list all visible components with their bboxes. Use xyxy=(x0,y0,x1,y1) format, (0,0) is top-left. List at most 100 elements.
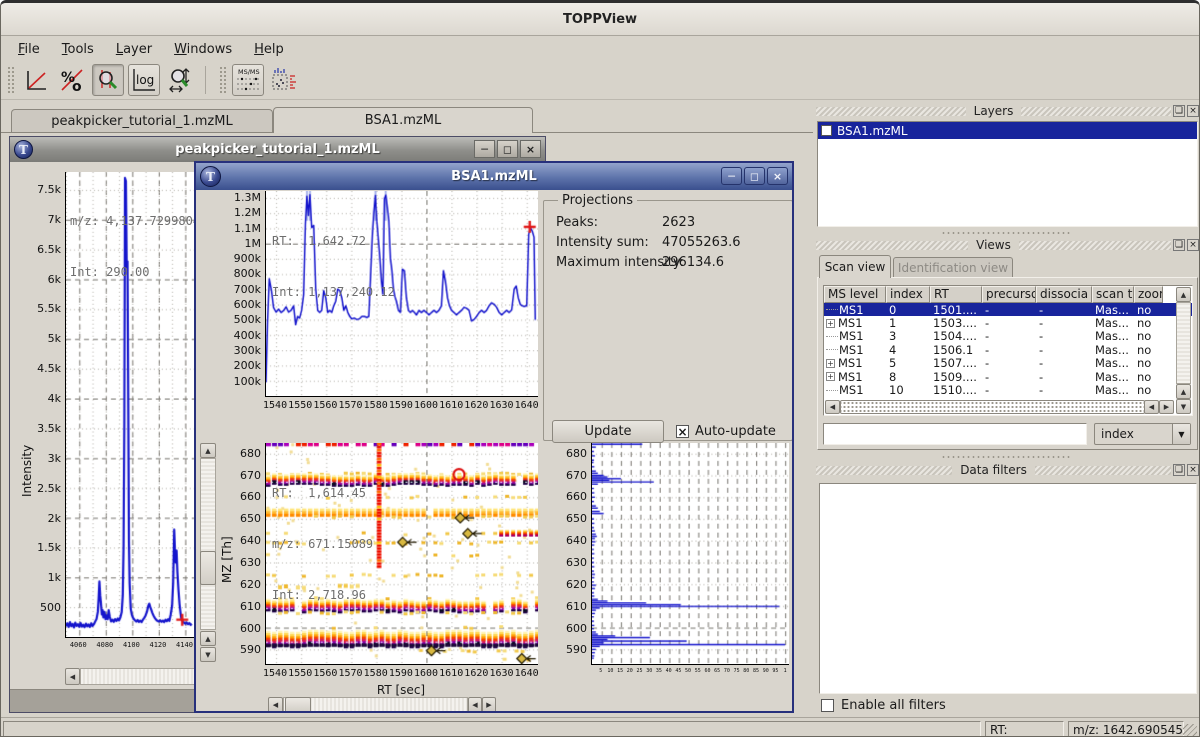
tab-scan-view[interactable]: Scan view xyxy=(819,255,891,278)
data-filters-dock-titlebar[interactable]: Data filters ❏ × xyxy=(816,463,1199,477)
dock-hatch xyxy=(816,466,952,475)
toolbar-drag-handle[interactable] xyxy=(7,66,15,94)
update-button[interactable]: Update xyxy=(552,420,664,443)
dock-hatch xyxy=(816,107,966,116)
scan-filter-input[interactable] xyxy=(823,423,1087,445)
projections-view-icon[interactable] xyxy=(268,64,300,96)
dock-splitter-handle[interactable] xyxy=(941,231,1071,235)
table-scroll-left-button-2[interactable]: ◀ xyxy=(1144,400,1159,414)
mz-scroll-up-button[interactable]: ▲ xyxy=(200,443,216,458)
tree-expander-icon[interactable]: + xyxy=(826,359,835,368)
data-filters-list[interactable] xyxy=(819,483,1197,694)
index-cell: 8 xyxy=(886,370,930,383)
close-dock-icon[interactable]: × xyxy=(1187,105,1199,117)
log-mode-icon[interactable]: log xyxy=(128,64,160,96)
rt-cell: 1504.... xyxy=(930,330,982,343)
tab-bsa1[interactable]: BSA1.mzML xyxy=(273,107,533,133)
close-dock-icon[interactable]: × xyxy=(1187,239,1199,251)
zoom-cell: no xyxy=(1134,343,1163,356)
column-header-6[interactable]: zoom xyxy=(1134,286,1163,303)
menu-layer[interactable]: Layer xyxy=(105,39,163,60)
peakpicker-titlebar[interactable]: T peakpicker_tutorial_1.mzML ─ ◻ × xyxy=(10,137,545,162)
toolbar-drag-handle-2[interactable] xyxy=(219,66,227,94)
tree-expander-icon[interactable]: + xyxy=(826,372,835,381)
table-scroll-up-button[interactable]: ▲ xyxy=(1176,287,1191,302)
diss-cell: - xyxy=(1036,330,1092,343)
linear-axes-icon[interactable] xyxy=(20,64,52,96)
column-header-4[interactable]: dissocia xyxy=(1036,286,1092,303)
projections-row: Peaks: 2623 xyxy=(554,212,782,232)
maximize-button[interactable]: ◻ xyxy=(497,140,518,158)
msms-view-icon[interactable]: MS/MS xyxy=(232,64,264,96)
layer-visibility-checkbox[interactable]: × xyxy=(821,125,832,136)
table-scroll-up-button-2[interactable]: ▲ xyxy=(1176,384,1191,399)
minimize-button[interactable]: ─ xyxy=(721,167,742,185)
app-title: TOPPView xyxy=(563,12,637,27)
menu-tools[interactable]: Tools xyxy=(51,39,105,60)
menu-file[interactable]: File xyxy=(7,39,51,60)
menu-help[interactable]: Help xyxy=(243,39,295,60)
maximize-button[interactable]: ◻ xyxy=(744,167,765,185)
rt-scroll-right-button[interactable]: ▶ xyxy=(482,697,496,713)
scroll-left-button[interactable]: ◀ xyxy=(65,668,80,685)
prec-cell: - xyxy=(982,316,1036,329)
menu-windows[interactable]: Windows xyxy=(163,39,243,60)
table-row[interactable]: MS141506.1--Mas...no xyxy=(824,343,1192,356)
float-dock-icon[interactable]: ❏ xyxy=(1173,105,1185,117)
tree-branch xyxy=(826,349,838,350)
table-row[interactable]: MS131504....--Mas...no xyxy=(824,330,1192,343)
filter-column-combobox[interactable]: index ▼ xyxy=(1094,423,1191,445)
table-row[interactable]: MS101501....--Mas...no xyxy=(824,303,1192,316)
column-header-3[interactable]: precurso xyxy=(982,286,1036,303)
mz-scroll-up-button-2[interactable]: ▲ xyxy=(200,631,216,646)
rt-scroll-left-button[interactable]: ◀ xyxy=(268,697,283,713)
column-header-1[interactable]: index xyxy=(886,286,930,303)
close-button[interactable]: × xyxy=(767,167,788,185)
table-scroll-down-button[interactable]: ▼ xyxy=(1176,399,1191,414)
float-dock-icon[interactable]: ❏ xyxy=(1173,464,1185,476)
table-scroll-right-button[interactable]: ▶ xyxy=(1159,400,1174,414)
dock-splitter-handle[interactable] xyxy=(941,455,1071,459)
app-titlebar[interactable]: TOPPView xyxy=(1,3,1199,36)
table-row[interactable]: +MS111503....--Mas...no xyxy=(824,316,1192,329)
rt-scroll-left-button-2[interactable]: ◀ xyxy=(468,697,482,713)
tab-identification-view[interactable]: Identification view xyxy=(893,257,1013,277)
zoom-cell: no xyxy=(1134,330,1163,343)
table-row[interactable]: MS1101510....--Mas...no xyxy=(824,383,1192,396)
mz-scrollbar-track[interactable] xyxy=(200,458,216,630)
tree-expander-icon[interactable]: + xyxy=(826,319,835,328)
tab-peakpicker-tutorial[interactable]: peakpicker_tutorial_1.mzML xyxy=(11,109,273,132)
scan-cell: Mas... xyxy=(1092,316,1134,329)
float-dock-icon[interactable]: ❏ xyxy=(1173,239,1185,251)
table-row[interactable]: +MS151507....--Mas...no xyxy=(824,357,1192,370)
enable-all-filters-checkbox[interactable] xyxy=(821,699,834,712)
dock-hatch xyxy=(1021,107,1171,116)
bsa1-titlebar[interactable]: T BSA1.mzML ─ ◻ × xyxy=(196,163,792,190)
mz-scrollbar-thumb[interactable] xyxy=(200,551,216,585)
auto-update-checkbox[interactable]: × xyxy=(676,425,689,438)
views-dock-titlebar[interactable]: Views ❏ × xyxy=(816,238,1199,252)
rt-scrollbar-thumb[interactable] xyxy=(285,697,311,713)
index-cell: 10 xyxy=(886,383,930,396)
mz-scroll-down-button[interactable]: ▼ xyxy=(200,647,216,662)
y-axis-tick-label: 590 xyxy=(543,643,587,656)
column-header-2[interactable]: RT xyxy=(930,286,982,303)
resize-grip[interactable] xyxy=(1183,724,1197,737)
layers-dock-titlebar[interactable]: Layers ❏ × xyxy=(816,104,1199,118)
zoom-mode-icon[interactable] xyxy=(92,64,124,96)
auto-update-label: Auto-update xyxy=(695,424,776,439)
table-row[interactable]: +MS181509....--Mas...no xyxy=(824,370,1192,383)
percentage-mode-icon[interactable]: % o xyxy=(56,64,88,96)
column-header-0[interactable]: MS level xyxy=(824,286,886,303)
close-dock-icon[interactable]: × xyxy=(1187,464,1199,476)
table-scroll-left-button[interactable]: ◀ xyxy=(825,400,840,414)
intensity-zoom-icon[interactable] xyxy=(164,64,196,96)
table-v-scrollbar[interactable] xyxy=(1176,302,1191,384)
minimize-button[interactable]: ─ xyxy=(474,140,495,158)
column-header-5[interactable]: scan typ xyxy=(1092,286,1134,303)
table-h-scrollbar-thumb[interactable] xyxy=(840,400,1145,414)
mz-projection-canvas[interactable] xyxy=(591,443,789,665)
close-button[interactable]: × xyxy=(520,140,541,158)
ms-level-cell: MS1 xyxy=(839,383,864,396)
layer-item-bsa1[interactable]: × BSA1.mzML xyxy=(818,122,1197,139)
